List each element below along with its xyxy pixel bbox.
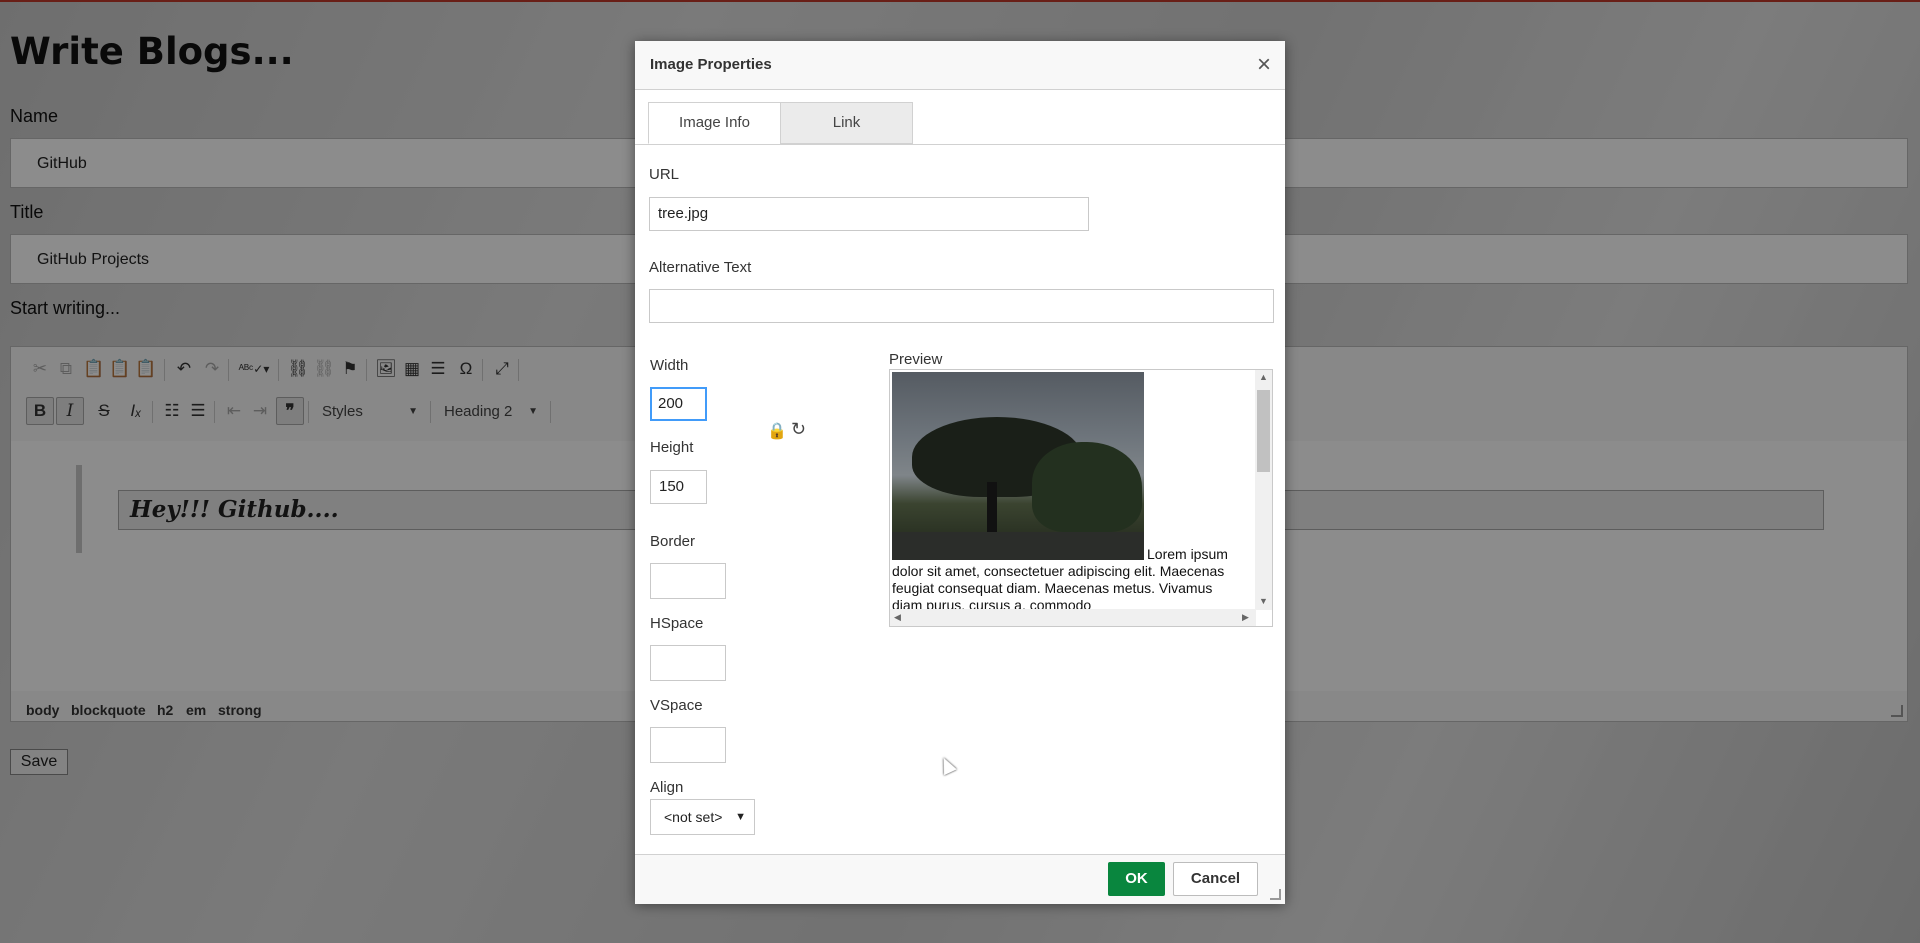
reset-size-icon[interactable]: ↻ <box>791 419 806 440</box>
dialog-header[interactable]: Image Properties × <box>635 41 1285 90</box>
close-icon[interactable]: × <box>1257 51 1271 79</box>
hspace-label: HSpace <box>650 615 704 632</box>
border-input[interactable] <box>650 563 726 599</box>
lock-ratio-icon[interactable]: 🔒 <box>767 421 787 441</box>
preview-label: Preview <box>889 351 943 368</box>
tab-image-info[interactable]: Image Info <box>648 102 781 144</box>
tree-canopy <box>1032 442 1142 532</box>
scroll-up-icon[interactable]: ▲ <box>1259 372 1268 382</box>
tab-link[interactable]: Link <box>780 102 913 144</box>
scroll-right-icon[interactable]: ▶ <box>1242 612 1249 623</box>
alt-text-label: Alternative Text <box>649 259 752 276</box>
border-label: Border <box>650 533 696 550</box>
url-input[interactable]: tree.jpg <box>649 197 1089 231</box>
dialog-footer: OK Cancel <box>635 854 1285 904</box>
height-input[interactable]: 150 <box>650 470 707 504</box>
chevron-down-icon: ▼ <box>735 811 746 823</box>
cancel-button[interactable]: Cancel <box>1173 862 1258 896</box>
preview-text-rest: dolor sit amet, consectetuer adipiscing … <box>892 563 1225 613</box>
hspace-input[interactable] <box>650 645 726 681</box>
preview-vertical-scrollbar[interactable]: ▲ ▼ <box>1255 370 1272 610</box>
image-properties-dialog: Image Properties × Image Info Link URL t… <box>635 41 1285 904</box>
preview-box[interactable]: Lorem ipsum dolor sit amet, consectetuer… <box>889 369 1273 627</box>
height-label: Height <box>650 439 694 456</box>
vspace-input[interactable] <box>650 727 726 763</box>
scroll-thumb[interactable] <box>1257 390 1270 472</box>
align-label: Align <box>650 779 684 796</box>
scroll-down-icon[interactable]: ▼ <box>1259 596 1268 606</box>
preview-horizontal-scrollbar[interactable]: ◀ ▶ <box>890 609 1256 626</box>
ok-button[interactable]: OK <box>1108 862 1165 896</box>
preview-image <box>892 372 1144 560</box>
align-select-value: <not set> <box>664 809 723 825</box>
dialog-title: Image Properties <box>650 56 772 73</box>
vspace-label: VSpace <box>650 697 703 714</box>
alt-text-input[interactable] <box>649 289 1274 323</box>
width-input[interactable]: 200 <box>650 387 707 421</box>
dialog-resize-grip[interactable] <box>1270 889 1281 900</box>
width-label: Width <box>650 357 689 374</box>
ground <box>892 532 1144 560</box>
preview-text-first: Lorem ipsum <box>1147 546 1228 562</box>
url-label: URL <box>649 166 680 183</box>
tab-divider <box>635 144 1285 145</box>
scroll-left-icon[interactable]: ◀ <box>894 612 901 623</box>
align-select[interactable]: <not set> ▼ <box>650 799 755 835</box>
